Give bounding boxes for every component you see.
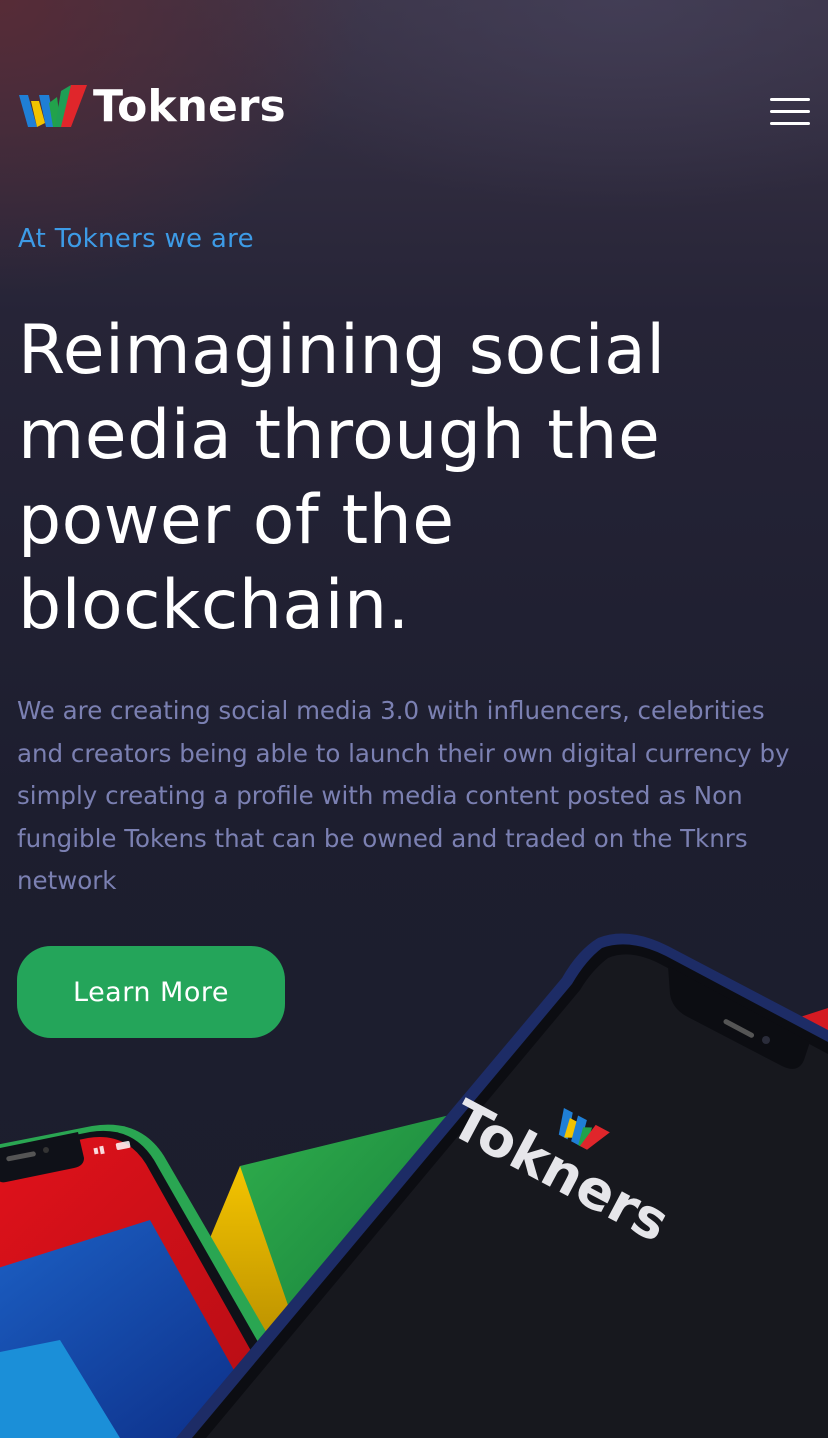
hero-headline: Reimagining social media through the pow… — [18, 311, 666, 645]
hero-description: We are creating social media 3.0 with in… — [17, 696, 790, 895]
hamburger-menu-icon — [770, 98, 810, 101]
phones-illustration: Tokners — [0, 920, 828, 1438]
hero-eyebrow: At Tokners we are — [18, 224, 254, 254]
tokners-w-logo-icon — [19, 85, 87, 127]
phones-image: Tokners — [0, 933, 828, 1438]
hamburger-menu-icon-bar — [770, 122, 810, 125]
brand-name: Tokners — [93, 81, 286, 132]
hamburger-menu-icon-bar — [770, 110, 810, 113]
site-header: Tokners — [0, 0, 828, 220]
menu-button[interactable] — [768, 96, 810, 128]
brand-logo[interactable]: Tokners — [19, 82, 286, 132]
